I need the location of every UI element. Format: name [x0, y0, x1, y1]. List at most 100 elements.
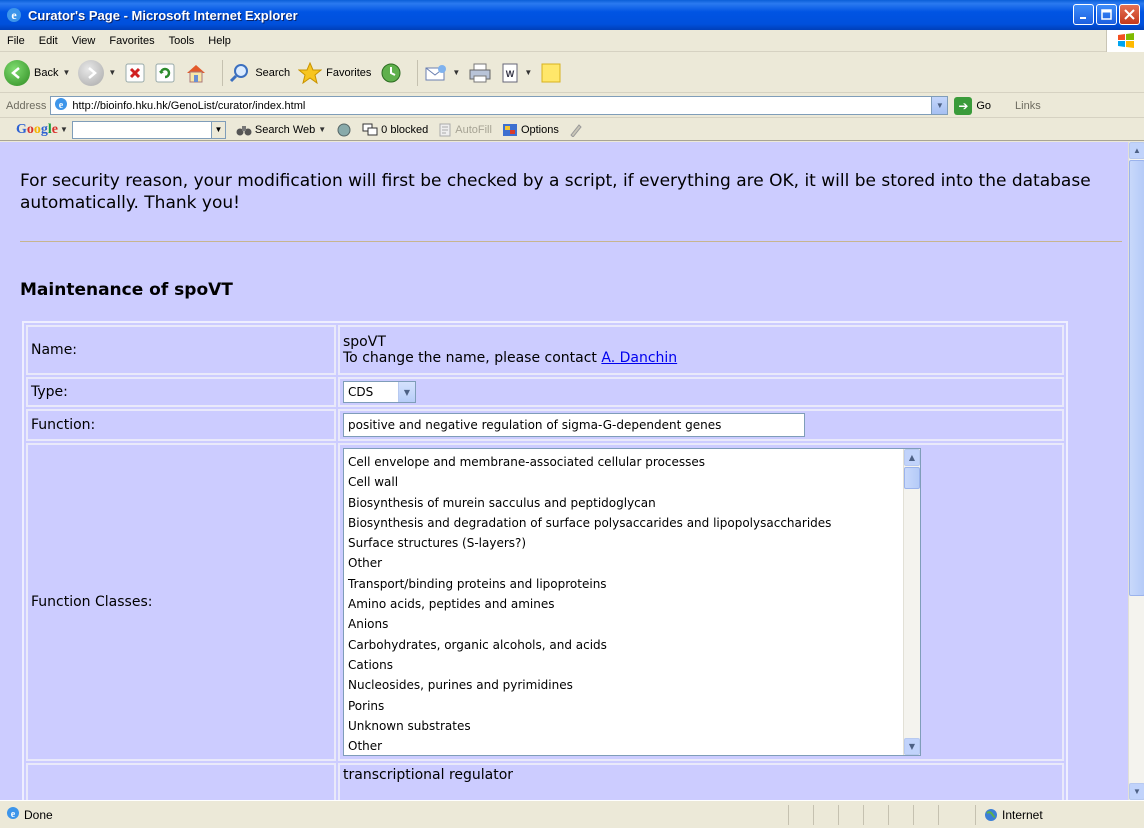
history-button[interactable] — [379, 62, 403, 84]
listbox-scrollbar[interactable]: ▲ ▼ — [903, 449, 920, 755]
autofill-icon — [439, 123, 451, 136]
standard-toolbar: Back ▼ ▼ Search Favorites ▼ W ▼ — [0, 53, 1144, 93]
google-search-dropdown-icon[interactable]: ▼ — [211, 120, 226, 139]
search-button[interactable]: Search — [229, 62, 290, 84]
word-document-icon: W — [502, 63, 518, 82]
function-class-option[interactable]: Unknown substrates — [348, 716, 920, 736]
highlight-button[interactable] — [569, 123, 583, 137]
edit-dropdown-icon[interactable]: ▼ — [524, 68, 532, 77]
home-button[interactable] — [184, 62, 208, 84]
function-class-option[interactable]: Biosynthesis of murein sacculus and pept… — [348, 493, 920, 513]
scroll-down-icon[interactable]: ▼ — [1129, 783, 1144, 800]
options-label: Options — [520, 123, 559, 136]
edit-word-button[interactable]: W ▼ — [500, 62, 532, 84]
function-class-option[interactable]: Porins — [348, 696, 920, 716]
autofill-button[interactable]: AutoFill — [438, 123, 492, 137]
google-logo[interactable]: Google — [16, 122, 58, 138]
search-web-button[interactable]: Search Web ▼ — [236, 123, 326, 137]
stop-button[interactable] — [124, 62, 146, 84]
function-class-option[interactable]: Carbohydrates, organic alcohols, and aci… — [348, 635, 920, 655]
google-search-input[interactable] — [71, 120, 212, 139]
menu-tools[interactable]: Tools — [162, 35, 202, 47]
highlighter-pen-icon — [570, 123, 582, 137]
forward-dropdown-icon[interactable]: ▼ — [108, 68, 116, 77]
binoculars-icon — [236, 125, 252, 135]
type-row: Type: CDS ▼ — [26, 377, 1064, 407]
function-class-option[interactable]: Other — [348, 736, 920, 755]
popup-blocker-button[interactable]: 0 blocked — [362, 123, 428, 137]
globe-icon — [985, 809, 997, 821]
security-zone: Internet — [975, 805, 1043, 825]
print-button[interactable] — [468, 62, 492, 84]
notes-button[interactable] — [540, 62, 562, 84]
horizontal-rule — [20, 241, 1122, 242]
function-class-option[interactable]: Surface structures (S-layers?) — [348, 533, 920, 553]
search-web-dropdown-icon[interactable]: ▼ — [318, 125, 326, 134]
function-classes-label: Function Classes: — [26, 443, 336, 761]
listbox-scroll-up-icon[interactable]: ▲ — [904, 449, 920, 466]
function-cell: positive and negative regulation of sigm… — [338, 409, 1064, 441]
address-dropdown-icon[interactable]: ▼ — [931, 97, 948, 114]
status-panel — [788, 805, 813, 825]
go-label: Go — [976, 99, 992, 112]
type-selected-value: CDS — [348, 385, 374, 399]
mail-dropdown-icon[interactable]: ▼ — [452, 68, 460, 77]
pagerank-icon — [337, 123, 351, 136]
address-url: http://bioinfo.hku.hk/GenoList/curator/i… — [72, 99, 306, 112]
function-class-option[interactable]: Cell envelope and membrane-associated ce… — [348, 452, 920, 472]
address-input[interactable]: e http://bioinfo.hku.hk/GenoList/curator… — [50, 96, 949, 115]
back-label: Back — [34, 66, 59, 79]
maximize-button[interactable] — [1096, 4, 1117, 25]
svg-text:e: e — [11, 809, 16, 820]
stop-icon — [125, 63, 145, 82]
windows-logo-icon — [1106, 30, 1144, 52]
google-menu-dropdown-icon[interactable]: ▼ — [60, 125, 68, 134]
menu-view[interactable]: View — [65, 35, 103, 47]
function-input[interactable]: positive and negative regulation of sigm… — [343, 413, 805, 437]
menu-favorites[interactable]: Favorites — [102, 35, 161, 47]
menu-edit[interactable]: Edit — [32, 35, 65, 47]
scroll-up-icon[interactable]: ▲ — [1129, 142, 1144, 159]
status-panel — [863, 805, 888, 825]
function-input-value: positive and negative regulation of sigm… — [348, 418, 722, 432]
back-dropdown-icon[interactable]: ▼ — [62, 68, 70, 77]
forward-button[interactable]: ▼ — [78, 59, 116, 86]
function-classes-listbox[interactable]: Cell envelope and membrane-associated ce… — [343, 448, 921, 756]
printer-icon — [469, 63, 491, 82]
function-class-option[interactable]: Cell wall — [348, 472, 920, 492]
function-class-option[interactable]: Transport/binding proteins and lipoprote… — [348, 574, 920, 594]
favorites-button[interactable]: Favorites — [298, 61, 371, 84]
name-value: spoVT — [343, 334, 386, 350]
listbox-scroll-thumb[interactable] — [904, 467, 920, 489]
favorites-star-icon — [298, 61, 323, 84]
status-panel — [938, 805, 963, 825]
links-button[interactable]: Links — [1015, 100, 1041, 112]
function-class-option[interactable]: Biosynthesis and degradation of surface … — [348, 513, 920, 533]
function-class-option[interactable]: Amino acids, peptides and amines — [348, 594, 920, 614]
status-panel — [913, 805, 938, 825]
next-row-label — [26, 763, 336, 800]
listbox-scroll-down-icon[interactable]: ▼ — [904, 738, 920, 755]
contact-link[interactable]: A. Danchin — [601, 350, 677, 366]
pagerank-button[interactable] — [336, 123, 352, 137]
type-dropdown-icon[interactable]: ▼ — [398, 382, 415, 402]
function-class-option[interactable]: Anions — [348, 614, 920, 634]
function-class-option[interactable]: Cations — [348, 655, 920, 675]
back-button[interactable]: Back ▼ — [4, 59, 70, 86]
close-button[interactable] — [1119, 4, 1140, 25]
options-button[interactable]: Options — [502, 123, 559, 137]
status-panels — [788, 805, 963, 825]
name-note-text: To change the name, please contact — [343, 350, 602, 366]
go-button[interactable]: ➔ Go — [954, 96, 992, 115]
minimize-button[interactable] — [1073, 4, 1094, 25]
popup-blocker-icon — [362, 123, 378, 135]
scroll-thumb[interactable] — [1129, 160, 1144, 596]
mail-button[interactable]: ▼ — [424, 62, 460, 84]
menu-help[interactable]: Help — [201, 35, 238, 47]
page-scrollbar[interactable]: ▲ ▼ — [1128, 142, 1144, 800]
function-class-option[interactable]: Nucleosides, purines and pyrimidines — [348, 675, 920, 695]
function-class-option[interactable]: Other — [348, 553, 920, 573]
refresh-button[interactable] — [154, 62, 176, 84]
menu-file[interactable]: File — [0, 35, 32, 47]
type-select[interactable]: CDS ▼ — [343, 381, 416, 403]
